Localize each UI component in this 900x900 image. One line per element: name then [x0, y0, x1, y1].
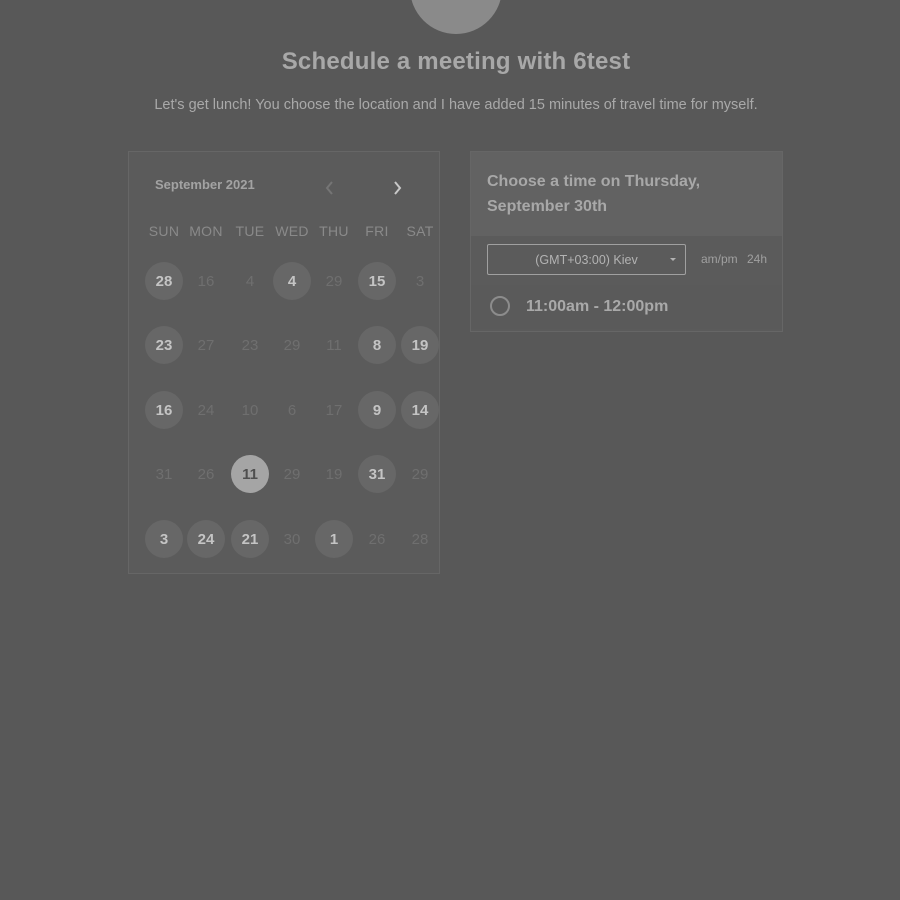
chevron-right-icon [394, 181, 402, 195]
format-24h-toggle[interactable]: 24h [747, 252, 767, 266]
calendar-day: 29 [283, 336, 301, 354]
timezone-select[interactable]: (GMT+03:00) Kiev [487, 244, 686, 275]
calendar-day: 4 [245, 272, 255, 290]
month-label: September 2021 [155, 177, 255, 192]
calendar: September 2021 SUN MON TUE WED THU FRI SAT 28 16… [128, 151, 440, 574]
weekday-label: SUN [148, 223, 180, 239]
calendar-day-selected[interactable]: 11 [231, 455, 269, 493]
calendar-day: 24 [197, 401, 215, 419]
weekday-label: FRI [365, 223, 389, 239]
weekday-label: MON [189, 223, 223, 239]
calendar-day: 3 [415, 272, 425, 290]
calendar-day: 26 [368, 530, 386, 548]
format-ampm-toggle[interactable]: am/pm [701, 252, 738, 266]
page-title: Schedule a meeting with 6test [281, 48, 631, 75]
calendar-day[interactable]: 15 [358, 262, 396, 300]
time-slot[interactable]: 11:00am - 12:00pm [471, 285, 782, 329]
next-month-button[interactable] [386, 176, 410, 200]
time-panel-header: Choose a time on Thursday, September 30t… [471, 152, 782, 236]
page-subtitle: Let's get lunch! You choose the location… [154, 97, 758, 113]
calendar-day: 29 [283, 465, 301, 483]
time-panel-heading: Choose a time on Thursday, September 30t… [487, 173, 701, 215]
calendar-day[interactable]: 23 [145, 326, 183, 364]
calendar-day[interactable]: 24 [187, 520, 225, 558]
host-avatar [410, 0, 502, 34]
calendar-day: 29 [411, 465, 429, 483]
calendar-day[interactable]: 28 [145, 262, 183, 300]
calendar-day[interactable]: 8 [358, 326, 396, 364]
calendar-day[interactable]: 3 [145, 520, 183, 558]
calendar-day: 31 [155, 465, 173, 483]
calendar-day: 17 [325, 401, 343, 419]
calendar-day[interactable]: 31 [358, 455, 396, 493]
calendar-day[interactable]: 9 [358, 391, 396, 429]
weekday-label: SAT [406, 223, 434, 239]
calendar-day: 29 [325, 272, 343, 290]
calendar-day: 16 [197, 272, 215, 290]
calendar-day[interactable]: 1 [315, 520, 353, 558]
weekday-label: THU [319, 223, 349, 239]
calendar-day[interactable]: 4 [273, 262, 311, 300]
calendar-day: 28 [411, 530, 429, 548]
calendar-day: 30 [283, 530, 301, 548]
weekday-label: WED [275, 223, 309, 239]
calendar-day: 19 [325, 465, 343, 483]
calendar-day[interactable]: 19 [401, 326, 439, 364]
time-slot-radio[interactable] [490, 296, 510, 316]
dropdown-caret-icon [670, 258, 676, 261]
calendar-day: 10 [241, 401, 259, 419]
calendar-day: 23 [241, 336, 259, 354]
time-slot-label: 11:00am - 12:00pm [526, 298, 669, 315]
prev-month-button[interactable] [317, 176, 341, 200]
calendar-day: 27 [197, 336, 215, 354]
calendar-day[interactable]: 21 [231, 520, 269, 558]
weekday-label: TUE [235, 223, 265, 239]
chevron-left-icon [325, 181, 333, 195]
calendar-day: 6 [287, 401, 297, 419]
calendar-day: 26 [197, 465, 215, 483]
calendar-day: 11 [326, 336, 342, 354]
calendar-day[interactable]: 14 [401, 391, 439, 429]
timezone-value: (GMT+03:00) Kiev [535, 252, 638, 267]
calendar-day[interactable]: 16 [145, 391, 183, 429]
time-picker-panel: Choose a time on Thursday, September 30t… [470, 151, 783, 332]
